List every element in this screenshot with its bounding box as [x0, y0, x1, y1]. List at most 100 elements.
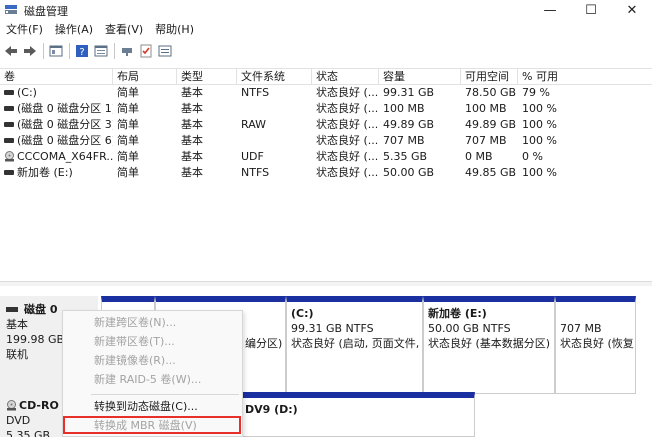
partition-status: 状态良好 (恢复 [560, 337, 634, 350]
disk-volume-icon [4, 89, 14, 95]
layout-cell: 简单 [117, 118, 139, 131]
type-cell: 基本 [181, 166, 203, 179]
partition-c[interactable]: (C:) 99.31 GB NTFS 状态良好 (启动, 页面文件, [286, 296, 423, 394]
table-header: 卷 布局 类型 文件系统 状态 容量 可用空间 % 可用 [0, 68, 652, 85]
partition-dvd[interactable]: DV9 (D:) [240, 392, 475, 437]
partition-title: 新加卷 (E:) [428, 307, 487, 320]
disk-volume-icon [4, 121, 14, 127]
status-cell: 状态良好 (... [316, 118, 379, 131]
svg-text:?: ? [79, 47, 84, 58]
type-cell: 基本 [181, 118, 203, 131]
capacity-cell: 100 MB [383, 102, 425, 115]
filesystem-cell [237, 133, 312, 149]
percent-free-cell: 0 % [522, 150, 543, 163]
column-header-volume[interactable]: 卷 [0, 69, 113, 85]
properties-icon[interactable] [92, 42, 110, 60]
disk-volume-icon [4, 169, 14, 175]
type-cell: 基本 [181, 86, 203, 99]
disk-icon [6, 306, 18, 312]
filesystem-cell: UDF [241, 150, 264, 163]
back-arrow-icon[interactable] [2, 42, 20, 60]
volume-name: (磁盘 0 磁盘分区 3) [17, 118, 113, 131]
partition-title: (C:) [291, 307, 314, 320]
partition-size: 707 MB [560, 322, 602, 335]
type-cell: 基本 [181, 134, 203, 147]
partition-e[interactable]: 新加卷 (E:) 50.00 GB NTFS 状态良好 (基本数据分区) [423, 296, 555, 394]
column-header-free-space[interactable]: 可用空间 [461, 69, 518, 85]
help-icon[interactable]: ? [73, 42, 91, 60]
layout-cell: 简单 [117, 150, 139, 163]
toolbar: ? [0, 40, 652, 62]
partition-status: 状态良好 (启动, 页面文件, [291, 337, 420, 350]
menu-new-raid5-volume[interactable]: 新建 RAID-5 卷(W)... [94, 371, 201, 389]
partition-recovery[interactable]: 707 MB 状态良好 (恢复 [555, 296, 636, 394]
menu-action[interactable]: 操作(A) [49, 21, 99, 39]
table-row[interactable]: 新加卷 (E:) 简单 基本 NTFS 状态良好 (... 50.00 GB 4… [0, 165, 652, 181]
column-header-percent-free[interactable]: % 可用 [518, 69, 652, 85]
menu-file[interactable]: 文件(F) [0, 21, 49, 39]
menu-new-spanned-volume[interactable]: 新建跨区卷(N)... [94, 314, 176, 332]
partition-title: DV9 (D:) [245, 403, 298, 416]
menu-convert-to-dynamic-disk[interactable]: 转换到动态磁盘(C)... [94, 398, 198, 416]
volume-table: 卷 布局 类型 文件系统 状态 容量 可用空间 % 可用 (C:) 简单 基本 … [0, 68, 652, 181]
table-row[interactable]: (磁盘 0 磁盘分区 1) 简单 基本 状态良好 (... 100 MB 100… [0, 101, 652, 117]
table-row[interactable]: (C:) 简单 基本 NTFS 状态良好 (... 99.31 GB 78.50… [0, 85, 652, 101]
percent-free-cell: 100 % [522, 102, 557, 115]
percent-free-cell: 100 % [522, 134, 557, 147]
partition-status: 状态良好 (基本数据分区) [428, 337, 551, 350]
menu-view[interactable]: 查看(V) [99, 21, 149, 39]
table-row[interactable]: CCCOMA_X64FR... 简单 基本 UDF 状态良好 (... 5.35… [0, 149, 652, 165]
menu-bar: 文件(F) 操作(A) 查看(V) 帮助(H) [0, 21, 200, 39]
type-cell: 基本 [181, 150, 203, 163]
capacity-cell: 99.31 GB [383, 86, 435, 99]
window-title: 磁盘管理 [24, 5, 68, 18]
volume-name: CCCOMA_X64FR... [17, 150, 113, 163]
disk-volume-icon [4, 137, 14, 143]
column-header-filesystem[interactable]: 文件系统 [237, 69, 312, 85]
menu-new-mirrored-volume[interactable]: 新建镜像卷(R)... [94, 352, 176, 370]
layout-cell: 简单 [117, 86, 139, 99]
menu-new-striped-volume[interactable]: 新建带区卷(T)... [94, 333, 175, 351]
filesystem-cell: NTFS [241, 86, 270, 99]
checklist-icon[interactable] [137, 42, 155, 60]
column-header-status[interactable]: 状态 [312, 69, 379, 85]
list-view-icon[interactable] [156, 42, 174, 60]
percent-free-cell: 100 % [522, 118, 557, 131]
table-row[interactable]: (磁盘 0 磁盘分区 3) 简单 基本 RAW 状态良好 (... 49.89 … [0, 117, 652, 133]
status-cell: 状态良好 (... [316, 166, 379, 179]
maximize-button[interactable]: ☐ [573, 0, 609, 20]
toolbar-separator [43, 43, 44, 59]
console-tree-icon[interactable] [47, 42, 65, 60]
free-space-cell: 49.85 GB [465, 166, 517, 179]
filesystem-cell: RAW [241, 118, 266, 131]
free-space-cell: 0 MB [465, 150, 493, 163]
volume-name: 新加卷 (E:) [17, 166, 73, 179]
free-space-cell: 100 MB [465, 102, 507, 115]
column-header-layout[interactable]: 布局 [113, 69, 177, 85]
column-header-type[interactable]: 类型 [177, 69, 237, 85]
cd-drive-icon [6, 399, 17, 411]
percent-free-cell: 100 % [522, 166, 557, 179]
close-button[interactable]: ✕ [614, 0, 650, 20]
menu-help[interactable]: 帮助(H) [149, 21, 200, 39]
vertical-scrollbar[interactable] [636, 296, 652, 437]
capacity-cell: 707 MB [383, 134, 425, 147]
capacity-cell: 49.89 GB [383, 118, 435, 131]
free-space-cell: 78.50 GB [465, 86, 517, 99]
highlight-annotation [63, 416, 241, 434]
connect-drive-icon[interactable] [118, 42, 136, 60]
partition-size: 99.31 GB NTFS [291, 322, 374, 335]
status-cell: 状态良好 (... [316, 86, 379, 99]
disk-management-app-icon [4, 3, 18, 16]
free-space-cell: 49.89 GB [465, 118, 517, 131]
disk-name: CD-RO [19, 399, 59, 412]
volume-name: (C:) [17, 86, 37, 99]
column-header-capacity[interactable]: 容量 [379, 69, 461, 85]
table-row[interactable]: (磁盘 0 磁盘分区 6) 简单 基本 状态良好 (... 707 MB 707… [0, 133, 652, 149]
forward-arrow-icon[interactable] [21, 42, 39, 60]
minimize-button[interactable]: — [532, 0, 568, 20]
partition-size: 50.00 GB NTFS [428, 322, 511, 335]
cd-drive-icon [4, 150, 15, 162]
volume-name: (磁盘 0 磁盘分区 1) [17, 102, 113, 115]
volume-name: (磁盘 0 磁盘分区 6) [17, 134, 113, 147]
